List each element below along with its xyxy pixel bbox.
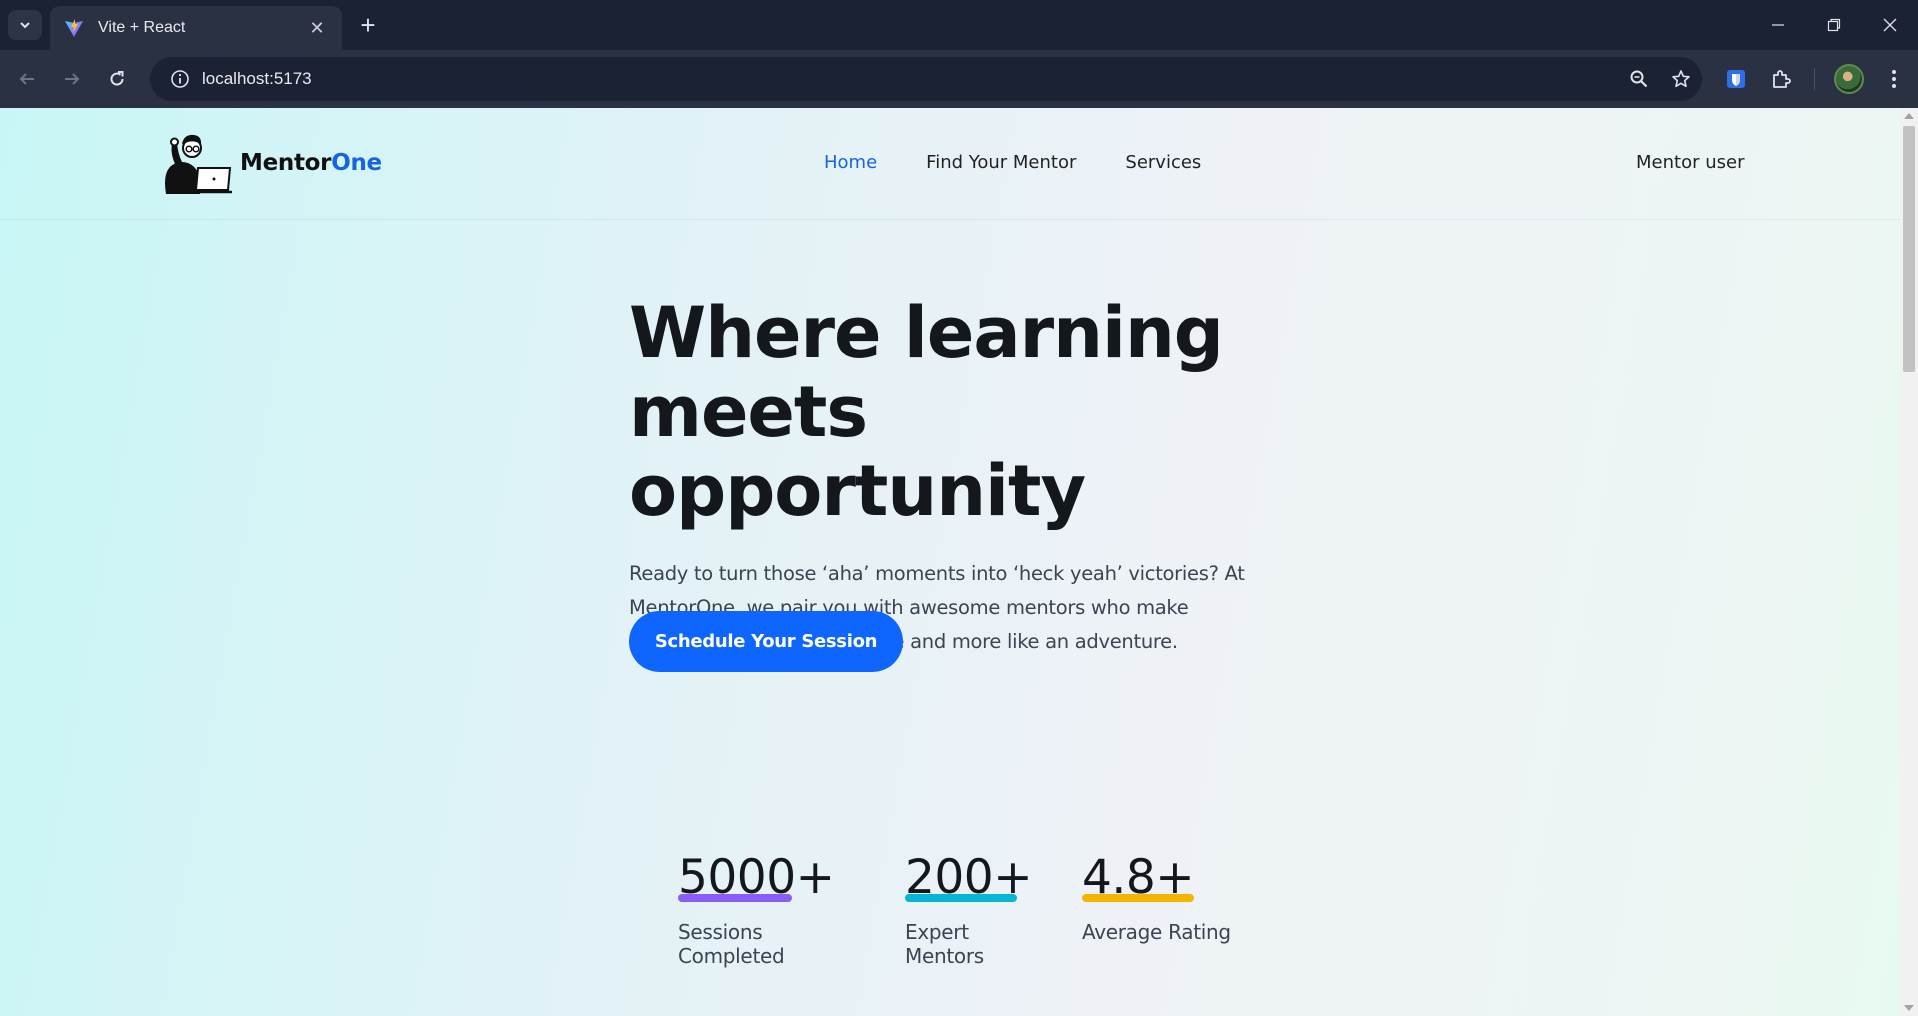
- tab-search-button[interactable]: [8, 10, 42, 40]
- scroll-down-arrow-icon[interactable]: [1904, 1005, 1914, 1011]
- mentor-illustration-icon: [165, 134, 232, 194]
- reload-button[interactable]: [100, 62, 134, 96]
- restore-button[interactable]: [1806, 0, 1862, 50]
- browser-tab-active[interactable]: Vite + React ✕: [50, 6, 342, 50]
- arrow-right-icon: [65, 73, 80, 85]
- nav-link-home[interactable]: Home: [824, 152, 877, 173]
- new-tab-button[interactable]: +: [352, 10, 384, 40]
- scroll-up-arrow-icon[interactable]: [1904, 113, 1914, 119]
- restore-icon: [1827, 18, 1841, 32]
- schedule-session-button[interactable]: Schedule Your Session: [629, 611, 903, 672]
- nav-link-find-your-mentor[interactable]: Find Your Mentor: [926, 152, 1076, 173]
- arrow-left-icon: [19, 73, 34, 85]
- stat-label: Expert Mentors: [905, 920, 984, 968]
- logo-text-accent: One: [331, 150, 382, 176]
- minimize-icon: [1772, 24, 1784, 26]
- logo-text-primary: Mentor: [240, 150, 332, 176]
- main-nav: Home Find Your Mentor Services: [824, 152, 1201, 173]
- stat-item: 4.8+ Average Rating: [1082, 850, 1232, 968]
- close-tab-icon[interactable]: ✕: [306, 18, 328, 39]
- stats-section: 5000+ Sessions Completed 200+ Expert Men…: [678, 850, 1266, 968]
- hero-title-line-2: meets opportunity: [629, 371, 1086, 532]
- user-menu-link[interactable]: Mentor user: [1636, 152, 1744, 173]
- hero-section: Where learning meets opportunity Ready t…: [629, 294, 1269, 659]
- zoom-icon[interactable]: [1618, 57, 1660, 101]
- nav-link-services[interactable]: Services: [1125, 152, 1201, 173]
- site-header: MentorOne Home Find Your Mentor Services…: [0, 108, 1900, 220]
- scrollbar-thumb[interactable]: [1903, 126, 1915, 372]
- minimize-button[interactable]: [1750, 0, 1806, 50]
- close-icon: [1883, 18, 1897, 32]
- stat-value: 200+: [905, 850, 1033, 905]
- stat-label: Sessions Completed: [678, 920, 785, 968]
- vite-logo-icon: [65, 19, 83, 37]
- stat-value: 5000+: [678, 850, 835, 905]
- stat-label: Average Rating: [1082, 920, 1231, 944]
- window-controls: [1750, 0, 1918, 50]
- browser-tabstrip: Vite + React ✕ +: [0, 0, 1918, 50]
- browser-menu-icon[interactable]: [1876, 62, 1912, 96]
- tab-title: Vite + React: [98, 19, 186, 36]
- toolbar-divider: [1814, 68, 1815, 90]
- hero-title-line-1: Where learning: [629, 292, 1224, 374]
- extension-shield-icon[interactable]: [1718, 62, 1754, 96]
- address-bar[interactable]: localhost:5173: [150, 57, 1702, 101]
- hero-title: Where learning meets opportunity: [629, 294, 1269, 531]
- reload-icon: [110, 71, 124, 86]
- url-text: localhost:5173: [202, 69, 312, 88]
- stat-item: 200+ Expert Mentors: [905, 850, 1048, 968]
- site-info-icon[interactable]: [158, 57, 202, 101]
- extensions-puzzle-icon[interactable]: [1763, 62, 1799, 96]
- back-button[interactable]: [10, 62, 44, 96]
- chevron-down-icon: [20, 22, 30, 29]
- bookmark-star-icon[interactable]: [1660, 57, 1702, 101]
- page-viewport: MentorOne Home Find Your Mentor Services…: [0, 108, 1918, 1016]
- stat-item: 5000+ Sessions Completed: [678, 850, 871, 968]
- browser-toolbar: localhost:5173: [0, 50, 1918, 108]
- forward-button[interactable]: [55, 62, 89, 96]
- page-scrollbar[interactable]: [1900, 108, 1918, 1016]
- stat-value: 4.8+: [1082, 850, 1195, 905]
- site-logo[interactable]: MentorOne: [160, 130, 382, 196]
- profile-avatar[interactable]: [1834, 64, 1864, 94]
- close-window-button[interactable]: [1862, 0, 1918, 50]
- logo-text: MentorOne: [240, 150, 382, 176]
